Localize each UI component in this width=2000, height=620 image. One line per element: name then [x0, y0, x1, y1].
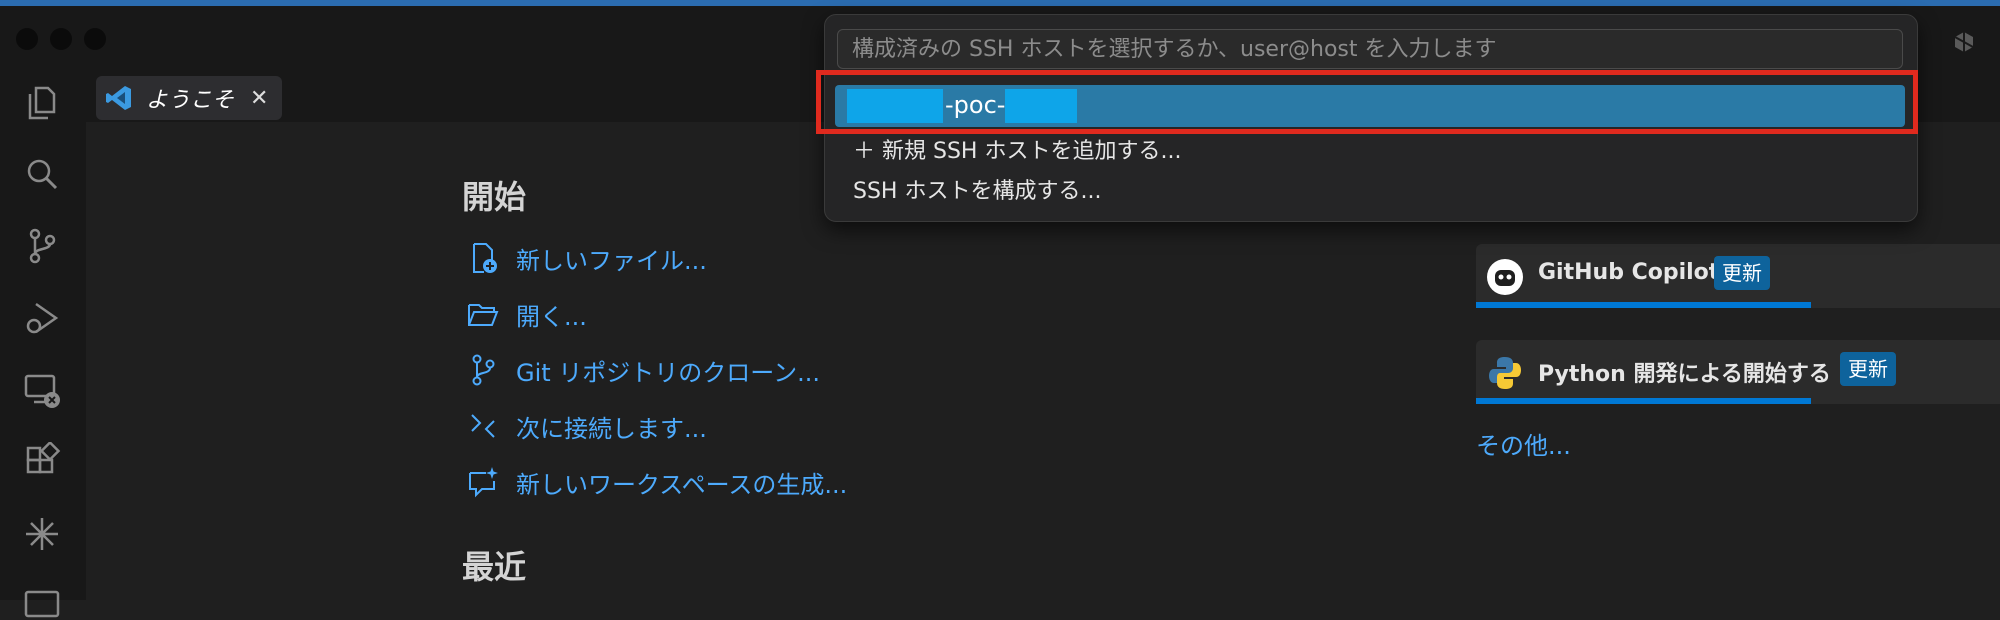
add-ssh-host-item[interactable]: ＋ 新規 SSH ホストを追加する... — [853, 133, 1181, 165]
tab-close-icon[interactable]: ✕ — [250, 86, 268, 111]
new-file-label: 新しいファイル... — [516, 246, 707, 275]
tab-label: ようこそ — [146, 88, 235, 113]
run-debug-icon[interactable] — [20, 296, 64, 340]
recent-heading: 最近 — [462, 548, 527, 586]
configure-ssh-hosts-item[interactable]: SSH ホストを構成する... — [853, 173, 1101, 205]
walkthrough-python[interactable]: Python 開発による開始する 更新 — [1476, 340, 2000, 404]
remote-connect-icon — [466, 409, 500, 443]
connect-label: 次に接続します... — [516, 414, 707, 443]
more-walkthroughs-link[interactable]: その他... — [1476, 426, 1571, 461]
walkthrough-python-label: Python 開発による開始する — [1538, 362, 1831, 387]
walkthrough-copilot[interactable]: GitHub Copilot 更新 — [1476, 244, 2000, 308]
tab-welcome[interactable]: ようこそ ✕ — [96, 76, 282, 120]
extensions-icon[interactable] — [20, 440, 64, 484]
git-clone-label: Git リポジトリのクローン... — [516, 358, 820, 387]
annotation-highlight-box — [816, 70, 1918, 134]
terminal-icon[interactable] — [20, 576, 64, 620]
start-heading: 開始 — [462, 178, 527, 216]
source-control-icon[interactable] — [20, 224, 64, 268]
activity-bar — [0, 66, 87, 618]
python-icon — [1489, 357, 1521, 389]
explorer-icon[interactable] — [20, 80, 64, 124]
ssh-host-input[interactable]: 構成済みの SSH ホストを選択するか、user@host を入力します — [837, 29, 1903, 69]
copilot-icon — [1487, 259, 1523, 295]
open-link[interactable]: 開く... — [466, 294, 587, 334]
updated-badge: 更新 — [1714, 256, 1770, 290]
walkthrough-progress — [1476, 398, 1812, 404]
source-control-icon — [466, 353, 500, 387]
walkthrough-progress — [1476, 302, 1812, 308]
vscode-logo-icon — [106, 86, 131, 110]
new-file-icon — [466, 241, 500, 275]
walkthrough-copilot-label: GitHub Copilot — [1538, 260, 1720, 285]
close-window-button[interactable] — [16, 28, 38, 50]
chat-sparkle-icon — [466, 465, 500, 499]
open-label: 開く... — [516, 302, 587, 331]
copilot-status-icon[interactable] — [1952, 30, 1976, 54]
connect-link[interactable]: 次に接続します... — [466, 406, 707, 446]
minimize-window-button[interactable] — [50, 28, 72, 50]
new-workspace-label: 新しいワークスペースの生成... — [516, 470, 848, 499]
folder-open-icon — [466, 297, 500, 331]
zoom-window-button[interactable] — [84, 28, 106, 50]
search-icon[interactable] — [20, 152, 64, 196]
git-clone-link[interactable]: Git リポジトリのクローン... — [466, 350, 820, 390]
new-file-link[interactable]: 新しいファイル... — [466, 238, 707, 278]
updated-badge: 更新 — [1840, 352, 1896, 386]
new-workspace-link[interactable]: 新しいワークスペースの生成... — [466, 462, 847, 502]
spark-icon[interactable] — [20, 512, 64, 556]
remote-explorer-icon[interactable] — [20, 368, 64, 412]
